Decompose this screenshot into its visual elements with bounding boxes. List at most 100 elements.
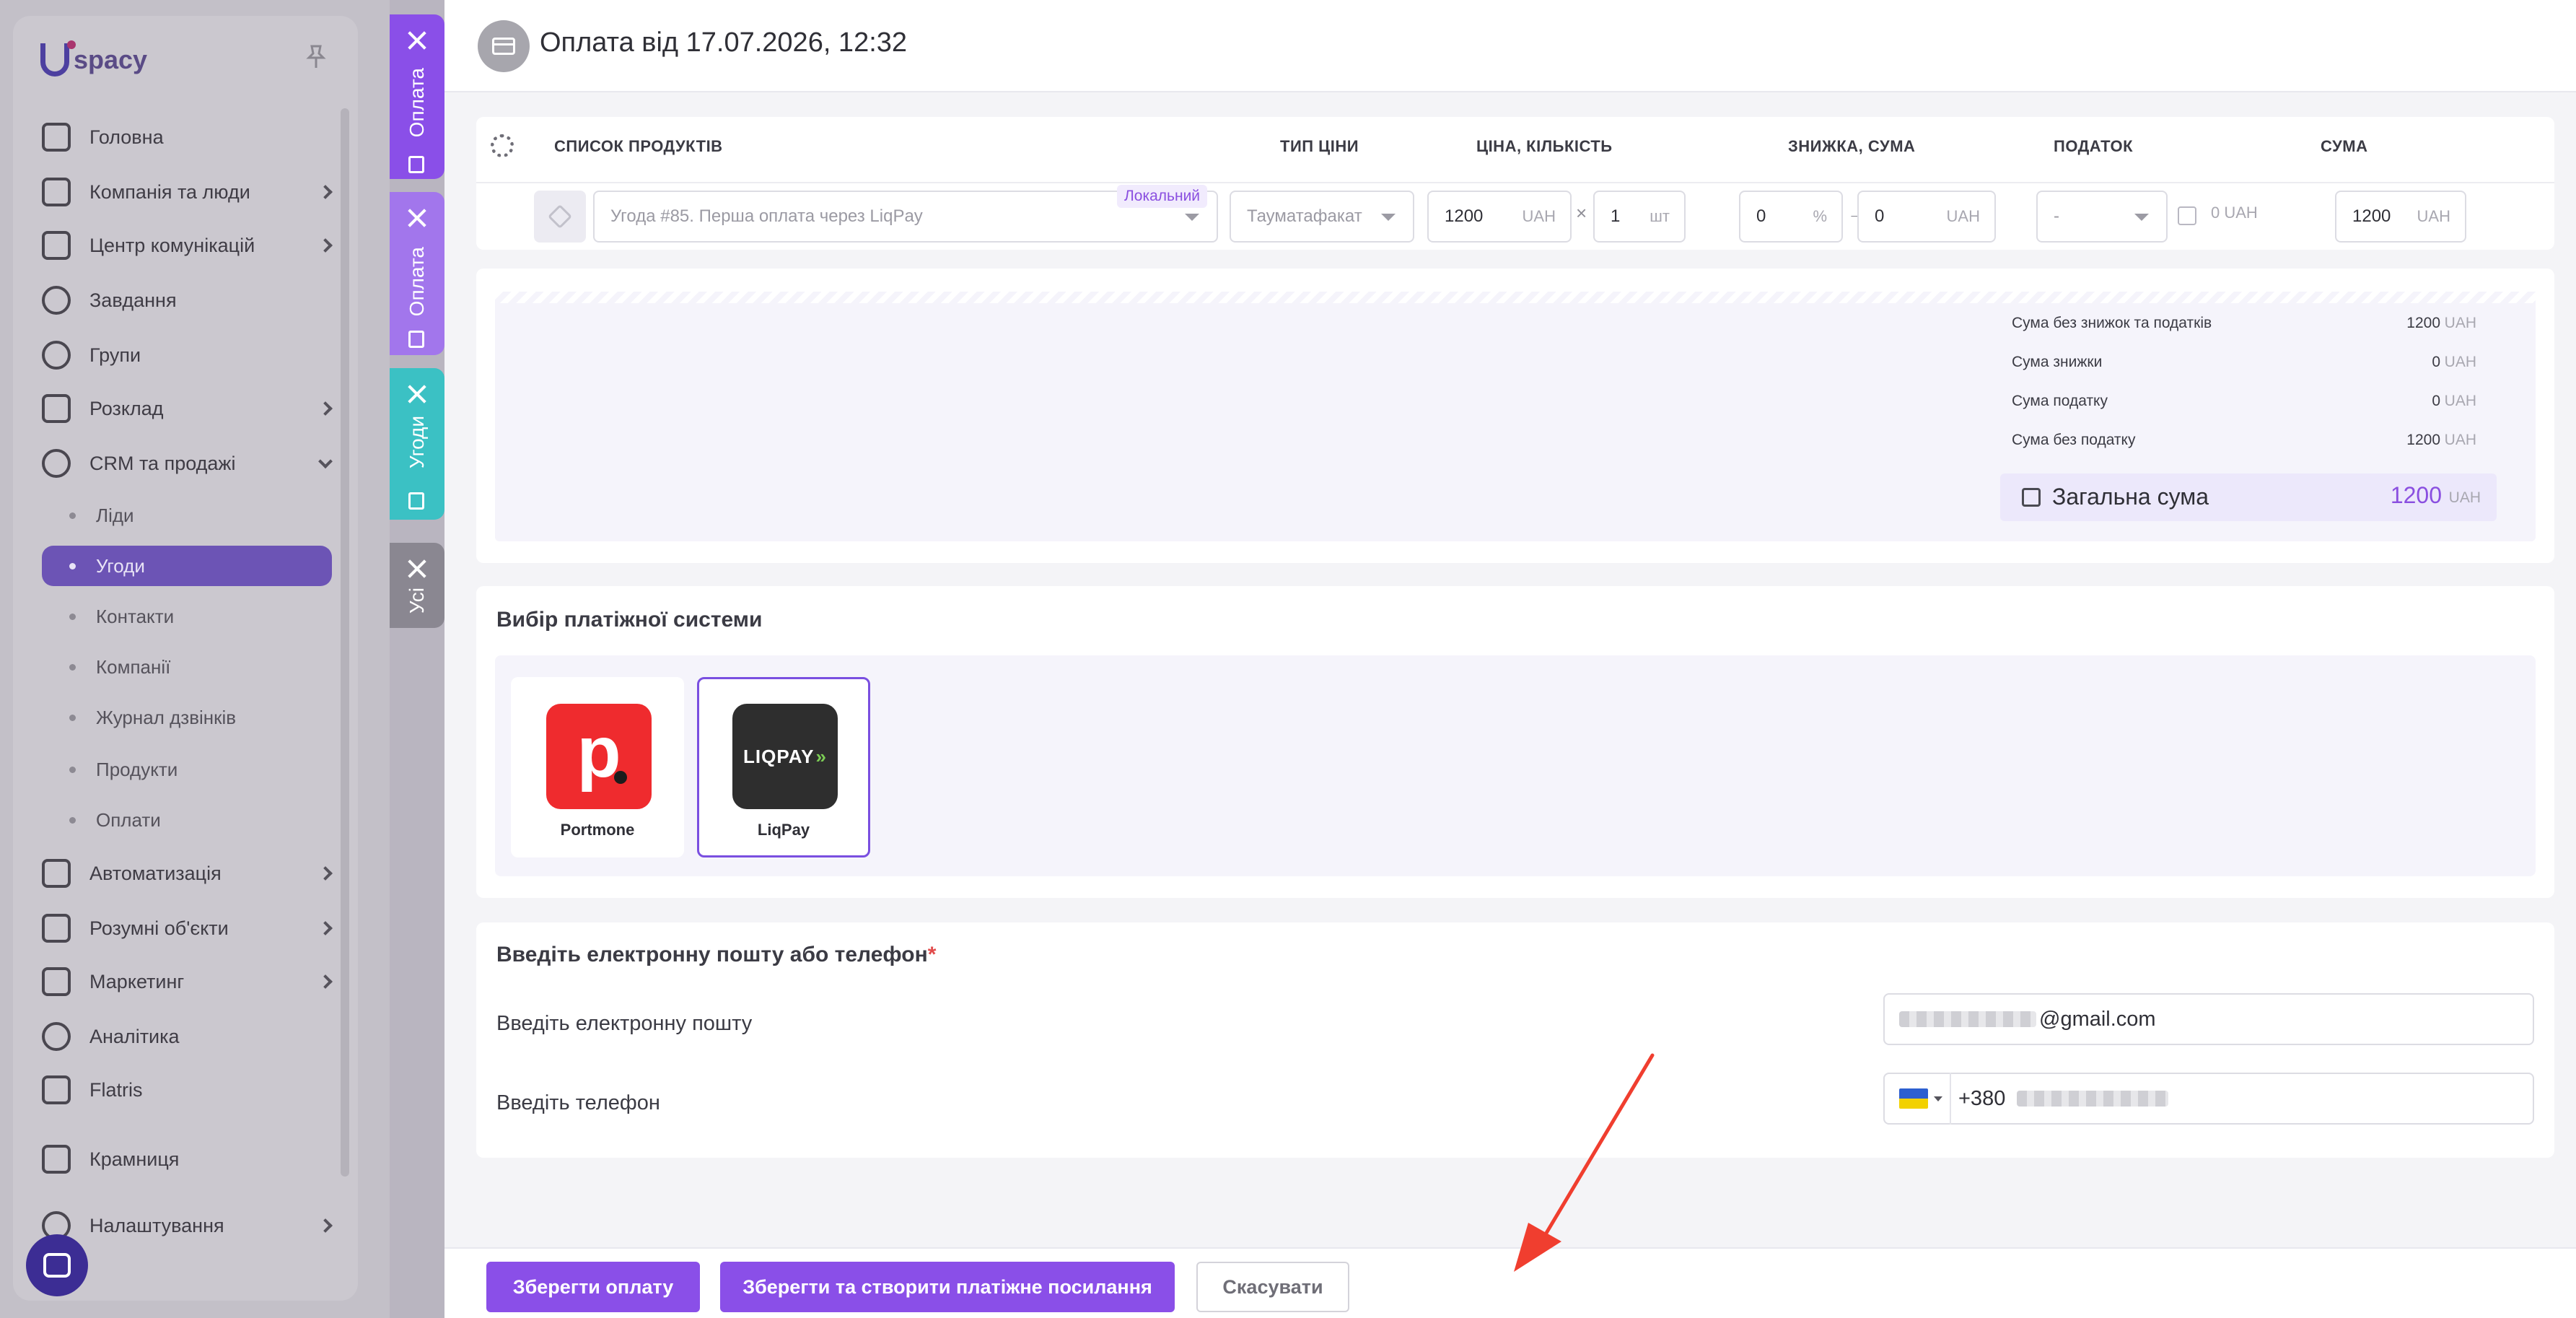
tab-deals[interactable]: Угоди (390, 368, 444, 520)
summary-unit: UAH (2444, 432, 2476, 448)
sidebar-item-marketing[interactable]: Маркетинг (42, 959, 333, 1005)
receipt-edge (495, 292, 2536, 303)
sidebar-subitem-label: Ліди (96, 504, 134, 526)
sidebar-item-tasks[interactable]: Завдання (42, 277, 330, 323)
tax-select[interactable]: - (2036, 191, 2168, 243)
sidebar-scrollbar[interactable] (341, 108, 349, 1177)
sidebar-subitem-contacts[interactable]: Контакти (69, 596, 174, 637)
lightning-icon (42, 859, 71, 888)
header: Оплата від 17.07.2026, 12:32 (444, 0, 2576, 92)
chevron-right-icon (318, 866, 333, 881)
sidebar-item-automation[interactable]: Автоматизація (42, 850, 333, 896)
chat-icon (43, 1253, 71, 1278)
sidebar-subitem-products[interactable]: Продукти (69, 749, 178, 790)
logo-mark-icon (40, 40, 76, 77)
summary-label: Сума без податку (2012, 432, 2136, 448)
chevron-down-icon (1381, 214, 1396, 221)
total-label: Загальна сума (2052, 484, 2209, 510)
chevron-down-icon[interactable] (1934, 1096, 1942, 1101)
cancel-button[interactable]: Скасувати (1196, 1262, 1349, 1312)
sum-input[interactable]: 1200 UAH (2335, 191, 2466, 243)
email-field[interactable]: @gmail.com (1883, 993, 2534, 1045)
payment-option-liqpay[interactable]: LIQPAY» LiqPay (697, 677, 870, 857)
tax-included-checkbox[interactable] (2178, 206, 2196, 225)
sidebar-item-company[interactable]: Компанія та люди (42, 169, 333, 215)
ukraine-flag-icon[interactable] (1899, 1088, 1928, 1109)
save-and-create-link-button[interactable]: Зберегти та створити платіжне посилання (720, 1262, 1175, 1312)
close-icon[interactable] (404, 205, 430, 231)
sidebar-item-groups[interactable]: Групи (42, 332, 330, 378)
quantity-input[interactable]: 1 шт (1593, 191, 1686, 243)
close-icon[interactable] (404, 27, 430, 53)
summary-value: 0 (2432, 354, 2440, 370)
annotation-arrow-icon (1514, 1053, 1655, 1272)
summary-row-tax: Сума податку 0 UAH (2012, 393, 2476, 419)
gear-icon[interactable] (491, 134, 514, 157)
sidebar-item-label: Автоматизація (89, 862, 222, 884)
summary-unit: UAH (2444, 393, 2476, 409)
chevron-down-icon (1185, 214, 1199, 221)
chevron-right-icon (318, 238, 333, 253)
logo-text: spacy (74, 45, 148, 74)
product-image-placeholder-icon (534, 191, 586, 243)
payment-option-label: Portmone (560, 821, 635, 839)
sidebar-item-flatris[interactable]: Flatris (42, 1067, 330, 1113)
chevron-down-icon (2134, 214, 2149, 221)
tab-payment-2[interactable]: Оплата (390, 192, 444, 355)
tab-label: Оплата (406, 68, 428, 138)
save-payment-button[interactable]: Зберегти оплату (486, 1262, 700, 1312)
summary-total: Загальна сума 1200 UAH (2000, 473, 2497, 521)
price-type-select[interactable]: Тауматафакат (1230, 191, 1414, 243)
sidebar-item-store[interactable]: Крамниця (42, 1136, 330, 1182)
sidebar-subitem-companies[interactable]: Компанії (69, 647, 170, 687)
building-icon (42, 178, 71, 206)
column-header-discount: ЗНИЖКА, СУМА (1788, 137, 1916, 155)
phone-field[interactable]: +380 (1883, 1073, 2534, 1125)
sidebar-item-home[interactable]: Головна (42, 114, 330, 160)
sidebar-subitem-payments[interactable]: Оплати (69, 800, 161, 840)
tab-all[interactable]: Усі (390, 543, 444, 628)
sum-unit: UAH (2417, 207, 2450, 225)
redacted-text (2017, 1091, 2169, 1107)
tab-label: Оплата (406, 247, 428, 317)
sidebar-item-communications[interactable]: Центр комунікацій (42, 222, 333, 269)
sidebar-item-settings[interactable]: Налаштування (42, 1203, 333, 1249)
pin-icon[interactable] (306, 45, 326, 69)
column-header-price-type: ТИП ЦІНИ (1280, 137, 1359, 155)
column-header-products: СПИСОК ПРОДУКТІВ (554, 137, 723, 155)
total-value: 1200 (2390, 482, 2442, 508)
payment-system-card: Вибір платіжної системи p Portmone LIQPA… (476, 586, 2554, 898)
price-input[interactable]: 1200 UAH (1427, 191, 1572, 243)
megaphone-icon (42, 967, 71, 996)
sidebar-item-label: Завдання (89, 289, 177, 311)
sidebar-subitem-leads[interactable]: Ліди (69, 495, 134, 536)
discount-sum-input[interactable]: 0 UAH (1857, 191, 1996, 243)
price-value: 1200 (1445, 206, 1484, 226)
discount-percent-input[interactable]: 0 % (1739, 191, 1843, 243)
required-mark: * (927, 943, 937, 966)
chevron-down-icon (318, 454, 333, 469)
sidebar-subitem-call-log[interactable]: Журнал дзвінків (69, 697, 236, 738)
home-icon (42, 123, 71, 152)
payment-option-portmone[interactable]: p Portmone (511, 677, 684, 857)
sidebar-item-analytics[interactable]: Аналітика (42, 1013, 330, 1060)
chevron-right-icon (318, 1218, 333, 1233)
summary-label: Сума знижки (2012, 354, 2103, 370)
tab-payment-1[interactable]: Оплата (390, 14, 444, 179)
products-table: СПИСОК ПРОДУКТІВ ТИП ЦІНИ ЦІНА, КІЛЬКІСТ… (476, 117, 2554, 250)
chat-support-button[interactable] (26, 1234, 88, 1296)
summary-row-net: Сума без податку 1200 UAH (2012, 432, 2476, 458)
sidebar-item-smart-objects[interactable]: Розумні об'єкти (42, 905, 333, 951)
sidebar-subitem-deals[interactable]: Угоди (42, 546, 332, 586)
chevron-right-icon (318, 185, 333, 199)
logo[interactable]: spacy (40, 40, 148, 78)
close-icon[interactable] (404, 381, 430, 407)
sidebar-item-crm[interactable]: CRM та продажі (42, 440, 333, 486)
phone-label: Введіть телефон (496, 1091, 660, 1114)
sidebar-item-schedule[interactable]: Розклад (42, 385, 333, 432)
sidebar-item-label: Маркетинг (89, 970, 185, 992)
sidebar-item-label: Аналітика (89, 1025, 180, 1047)
close-icon[interactable] (404, 556, 430, 582)
summary-label: Сума податку (2012, 393, 2108, 409)
tax-value: 0 UAH (2211, 204, 2258, 222)
